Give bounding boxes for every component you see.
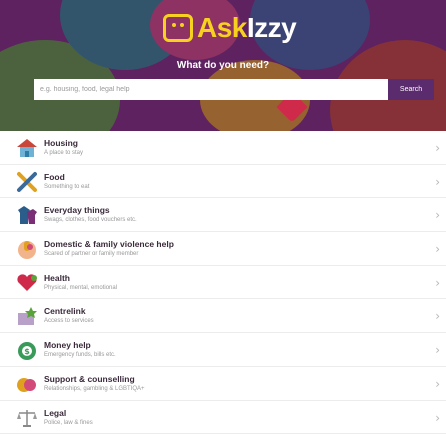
search-bar: Search	[34, 79, 434, 100]
chevron-right-icon: ›	[435, 275, 440, 290]
category-legal[interactable]: Legal Police, law & fines ›	[0, 401, 446, 435]
category-support-counselling[interactable]: Support & counselling Relationships, gam…	[0, 367, 446, 401]
category-subtitle: Access to services	[44, 318, 94, 325]
hero-banner: AskIzzy What do you need? Search	[0, 0, 446, 131]
hero-prompt: What do you need?	[176, 60, 270, 71]
category-everyday-things[interactable]: Everyday things Swags, clothes, food vou…	[0, 198, 446, 233]
category-housing[interactable]: Housing A place to stay ›	[0, 131, 446, 165]
chevron-right-icon: ›	[435, 309, 440, 324]
money-icon: $	[15, 339, 39, 361]
search-button[interactable]: Search	[388, 79, 434, 100]
category-subtitle: A place to stay	[44, 150, 84, 156]
category-title: Legal	[44, 407, 67, 418]
category-domestic-violence[interactable]: Domestic & family violence help Scared o…	[0, 232, 446, 266]
category-title: Housing	[44, 138, 78, 148]
category-title: Centrelink	[44, 306, 86, 317]
heart-icon	[15, 272, 39, 294]
category-title: Everyday things	[44, 205, 110, 216]
category-money-help[interactable]: $ Money help Emergency funds, bills etc.…	[0, 333, 446, 367]
house-icon	[15, 137, 39, 159]
category-subtitle: Swags, clothes, food vouchers etc.	[44, 217, 137, 224]
category-list: Housing A place to stay › Food Something…	[0, 131, 446, 435]
category-title: Domestic & family violence help	[44, 239, 174, 250]
search-input[interactable]	[34, 79, 388, 100]
svg-text:$: $	[24, 347, 30, 356]
cutlery-icon	[15, 171, 39, 193]
chevron-right-icon: ›	[435, 242, 440, 257]
chevron-right-icon: ›	[435, 343, 440, 358]
category-subtitle: Police, law & fines	[44, 419, 93, 426]
chevron-right-icon: ›	[435, 174, 440, 189]
logo-suffix: Izzy	[246, 12, 297, 43]
category-health[interactable]: Health Physical, mental, emotional ›	[0, 266, 446, 300]
category-subtitle: Emergency funds, bills etc.	[44, 352, 116, 359]
category-title: Health	[44, 272, 70, 283]
category-food[interactable]: Food Something to eat ›	[0, 165, 446, 199]
category-subtitle: Something to eat	[44, 183, 90, 190]
speech-bubble-icon	[163, 14, 193, 42]
chevron-right-icon: ›	[435, 141, 440, 155]
logo-text: AskIzzy	[197, 12, 297, 44]
category-title: Money help	[44, 340, 91, 351]
category-subtitle: Scared of partner or family member	[44, 251, 139, 258]
scales-icon	[15, 407, 39, 429]
chevron-right-icon: ›	[435, 208, 440, 223]
logo-prefix: Ask	[197, 12, 247, 43]
chevron-right-icon: ›	[435, 410, 440, 425]
category-title: Support & counselling	[44, 373, 135, 384]
category-subtitle: Relationships, gambling & LGBTIQA+	[44, 385, 145, 392]
hand-icon	[15, 238, 39, 260]
clothes-icon	[15, 204, 39, 226]
category-title: Food	[44, 171, 65, 182]
support-icon	[15, 373, 39, 395]
centrelink-icon	[15, 305, 39, 327]
category-subtitle: Physical, mental, emotional	[44, 284, 118, 291]
logo[interactable]: AskIzzy	[163, 10, 297, 46]
category-centrelink[interactable]: Centrelink Access to services ›	[0, 299, 446, 334]
chevron-right-icon: ›	[435, 376, 440, 391]
